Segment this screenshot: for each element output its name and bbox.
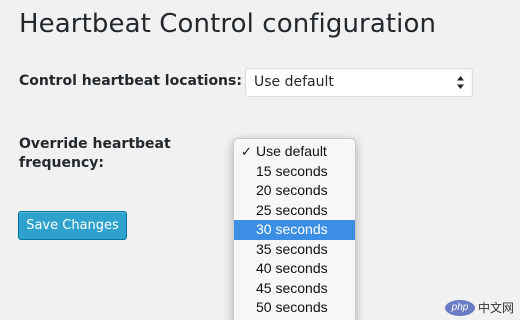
frequency-option-15[interactable]: 15 seconds <box>234 162 355 182</box>
checkmark-icon: ✓ <box>241 144 252 159</box>
select-arrows-icon <box>457 76 464 89</box>
locations-select[interactable]: Use default <box>245 68 473 97</box>
php-logo: php <box>444 299 475 316</box>
frequency-option-50[interactable]: 50 seconds <box>234 298 355 318</box>
settings-page: Heartbeat Control configuration Control … <box>0 0 520 320</box>
frequency-option-45[interactable]: 45 seconds <box>234 279 355 299</box>
site-watermark: php 中文网 <box>444 299 514 316</box>
frequency-label: Override heartbeat frequency: <box>19 136 171 171</box>
frequency-dropdown-menu[interactable]: ✓ Use default 15 seconds 20 seconds 25 s… <box>233 138 356 320</box>
locations-label: Control heartbeat locations: <box>19 73 242 89</box>
frequency-option-30[interactable]: 30 seconds <box>234 220 355 240</box>
save-changes-button[interactable]: Save Changes <box>18 211 127 240</box>
watermark-text: 中文网 <box>477 301 514 315</box>
frequency-option-25[interactable]: 25 seconds <box>234 201 355 221</box>
locations-select-value: Use default <box>254 74 334 90</box>
frequency-option-35[interactable]: 35 seconds <box>234 240 355 260</box>
frequency-option-40[interactable]: 40 seconds <box>234 259 355 279</box>
frequency-option-20[interactable]: 20 seconds <box>234 181 355 201</box>
frequency-option-use-default[interactable]: ✓ Use default <box>234 142 355 162</box>
page-title: Heartbeat Control configuration <box>19 9 437 39</box>
